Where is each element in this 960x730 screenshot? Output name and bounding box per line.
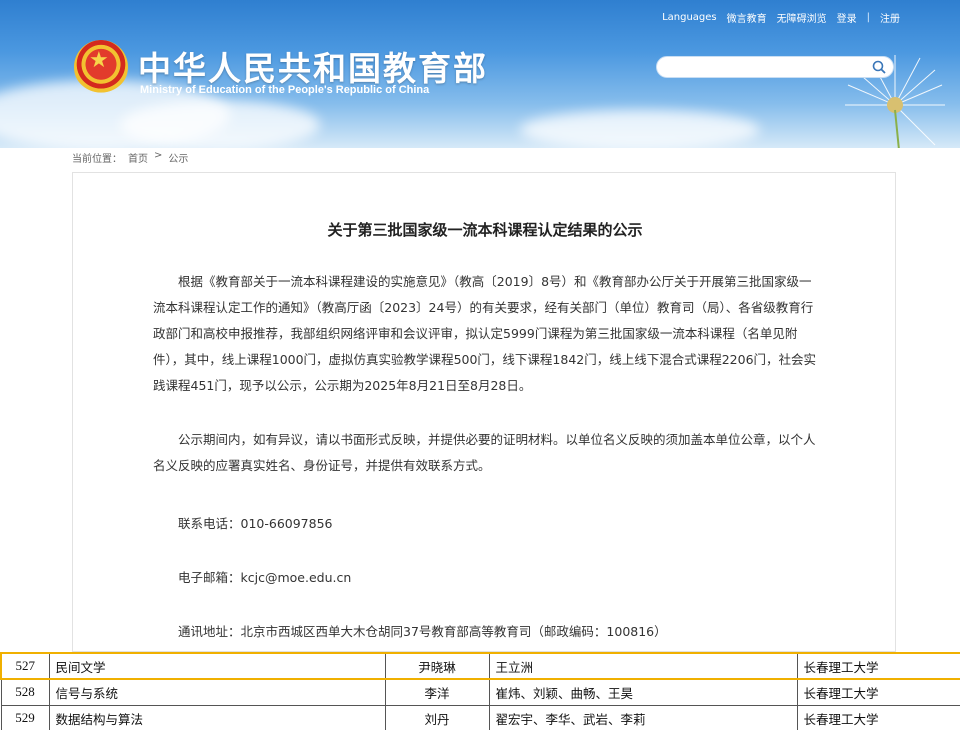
breadcrumb-home[interactable]: 首页 — [128, 150, 148, 165]
row-number: 529 — [0, 704, 50, 730]
school-name: 长春理工大学 — [796, 652, 960, 680]
emblem-star-icon: ★ — [89, 48, 109, 73]
cloud-decoration — [120, 100, 320, 148]
register-link[interactable]: 注册 — [880, 10, 900, 25]
breadcrumb-prefix: 当前位置： — [72, 154, 122, 165]
course-leader: 刘丹 — [384, 704, 490, 730]
row-number: 527 — [0, 652, 50, 680]
breadcrumb-separator: > — [154, 150, 163, 161]
course-leader: 尹晓琳 — [384, 652, 490, 680]
login-link[interactable]: 登录 — [837, 10, 857, 25]
team-members: 翟宏宇、李华、武岩、李莉 — [488, 704, 798, 730]
school-name: 长春理工大学 — [796, 678, 960, 706]
site-subtitle: Ministry of Education of the People's Re… — [140, 84, 430, 96]
breadcrumb: 当前位置： 首页 > 公示 — [72, 150, 188, 165]
search-icon[interactable] — [871, 59, 887, 75]
article-paragraph: 公示期间内，如有异议，请以书面形式反映，并提供必要的证明材料。以单位名义反映的须… — [153, 432, 816, 473]
contact-address: 通讯地址：北京市西城区西单大木仓胡同37号教育部高等教育司（邮政编码：10081… — [178, 624, 667, 639]
school-name: 长春理工大学 — [796, 704, 960, 730]
site-header: ★ 中华人民共和国教育部 Ministry of Education of th… — [0, 0, 960, 148]
contact-email: 电子邮箱：kcjc@moe.edu.cn — [178, 570, 352, 585]
link-separator: | — [866, 12, 870, 23]
team-members: 崔炜、刘颖、曲畅、王昊 — [488, 678, 798, 706]
top-links: Languages 微言教育 无障碍浏览 登录 | 注册 — [662, 10, 900, 25]
row-number: 528 — [0, 678, 50, 706]
breadcrumb-current[interactable]: 公示 — [168, 150, 188, 165]
course-name: 信号与系统 — [48, 678, 386, 706]
course-name: 民间文学 — [48, 652, 386, 680]
table-row: 529 数据结构与算法 刘丹 翟宏宇、李华、武岩、李莉 长春理工大学 — [0, 704, 960, 730]
course-leader: 李洋 — [384, 678, 490, 706]
search-input[interactable] — [656, 56, 894, 78]
article-title: 关于第三批国家级一流本科课程认定结果的公示 — [327, 221, 643, 239]
site-title[interactable]: 中华人民共和国教育部 — [138, 42, 488, 90]
accessibility-link[interactable]: 无障碍浏览 — [777, 10, 827, 25]
cloud-decoration — [520, 110, 760, 148]
course-name: 数据结构与算法 — [48, 704, 386, 730]
article-paragraph: 根据《教育部关于一流本科课程建设的实施意见》（教高〔2019〕8号）和《教育部办… — [153, 274, 817, 393]
course-table: 527 民间文学 尹晓琳 王立洲 长春理工大学 528 信号与系统 李洋 崔炜、… — [0, 652, 960, 730]
article-card: 关于第三批国家级一流本科课程认定结果的公示 根据《教育部关于一流本科课程建设的实… — [72, 172, 896, 652]
weiyan-link[interactable]: 微言教育 — [727, 10, 767, 25]
languages-link[interactable]: Languages — [662, 12, 717, 23]
table-row: 528 信号与系统 李洋 崔炜、刘颖、曲畅、王昊 长春理工大学 — [0, 678, 960, 706]
contact-phone: 联系电话：010-66097856 — [178, 516, 333, 531]
table-row: 527 民间文学 尹晓琳 王立洲 长春理工大学 — [0, 652, 960, 680]
team-members: 王立洲 — [488, 652, 798, 680]
